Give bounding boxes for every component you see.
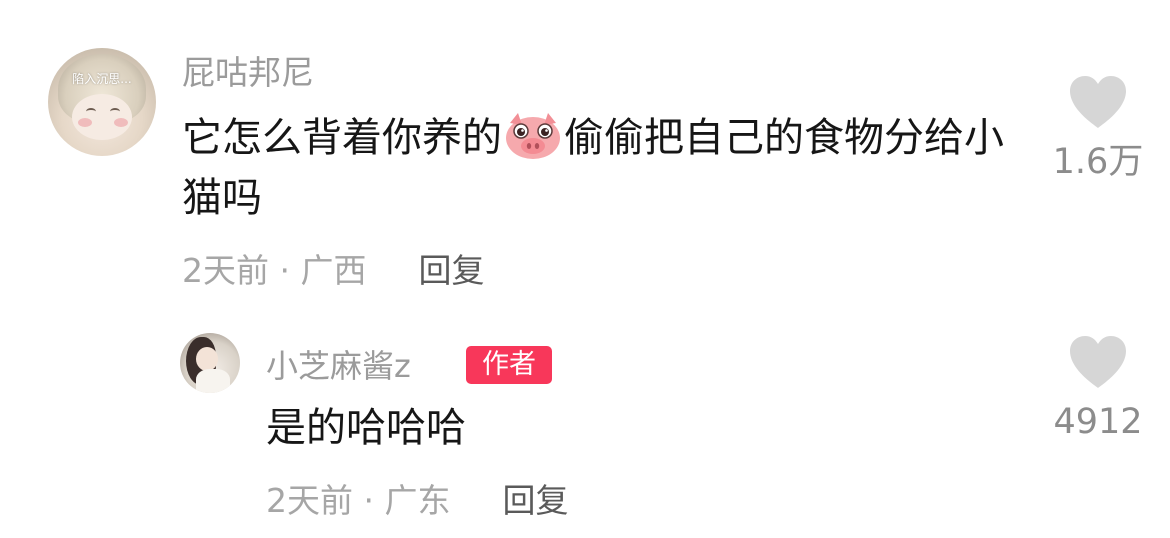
avatar-dress [196,369,230,393]
reply-button[interactable]: 回复 [502,481,568,520]
comment-location: 广西 [300,251,367,290]
avatar-blush [114,118,128,127]
like-button[interactable]: 4912 [1038,334,1158,444]
like-count: 1.6万 [1052,142,1144,182]
reply-button[interactable]: 回复 [418,251,484,290]
meta-separator: · [353,481,385,520]
avatar-blush [78,118,92,127]
author-badge: 作者 [466,346,552,384]
comment-text: 它怎么背着你养的 偷偷把自己的食物分给小猫吗 [182,108,1012,228]
pig-face-emoji-icon [504,111,562,161]
avatar[interactable]: 陷入沉思... [48,48,156,156]
comment-time: 2天前 [266,481,353,520]
avatar-eye [110,108,120,115]
heart-icon [1070,336,1126,388]
avatar-caption: 陷入沉思... [72,72,132,86]
comment-text: 是的哈哈哈 [266,405,466,451]
like-button[interactable]: 1.6万 [1038,74,1158,184]
avatar-face [196,347,218,371]
avatar[interactable] [180,333,240,393]
meta-separator: · [269,251,301,290]
username[interactable]: 屁咕邦尼 [182,50,314,96]
heart-icon [1070,76,1126,128]
comment-meta: 2天前 · 广东 回复 [266,476,568,526]
username[interactable]: 小芝麻酱z [266,344,411,388]
comment-item: 陷入沉思... 屁咕邦尼 它怎么背着你养的 偷偷把自己的食物分给小猫吗 2天前 … [0,0,1170,300]
comment-text-part: 它怎么背着你养的 [182,115,502,161]
comment-location: 广东 [384,481,451,520]
avatar-eye [86,108,96,115]
comment-time: 2天前 [182,251,269,290]
avatar-face [72,94,132,140]
like-count: 4912 [1053,402,1143,442]
comment-meta: 2天前 · 广西 回复 [182,246,484,296]
